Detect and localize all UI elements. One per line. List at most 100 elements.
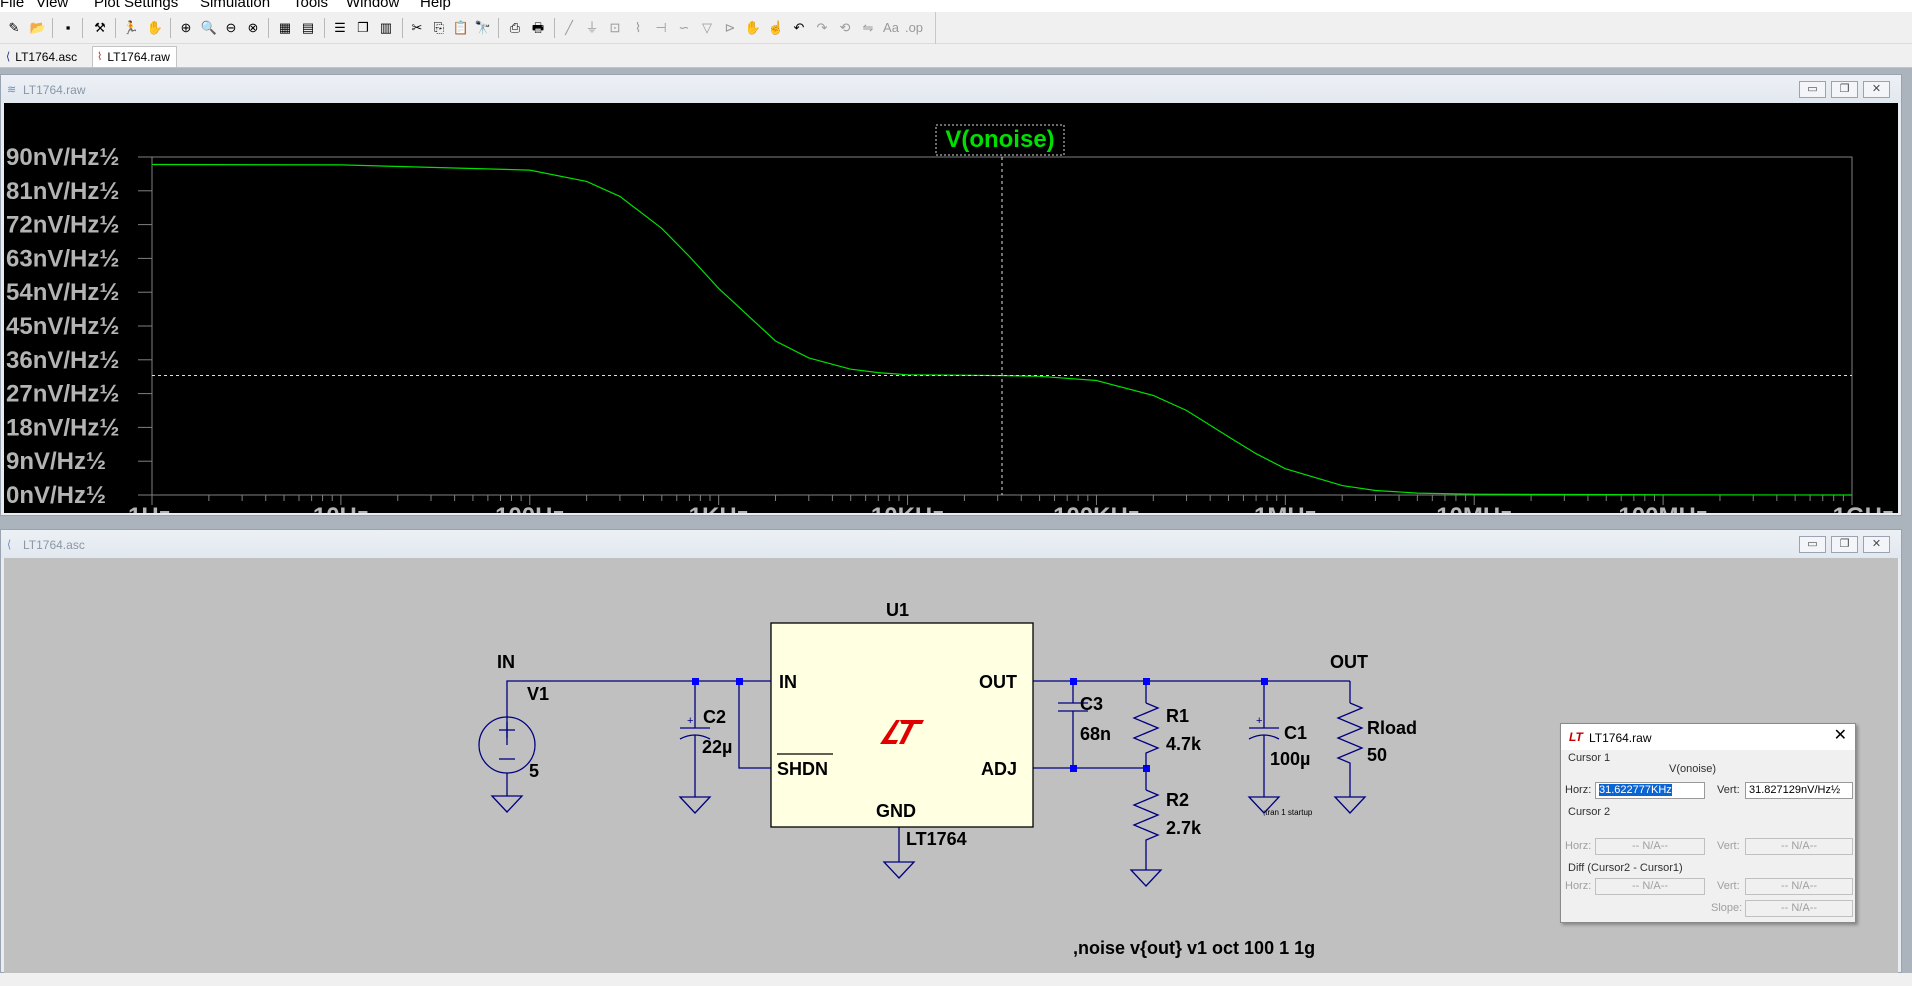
tab-waveform-label: LT1764.raw <box>107 50 170 64</box>
control-panel-icon[interactable]: ⚒ <box>91 19 109 37</box>
menu-help[interactable]: Help <box>420 0 451 11</box>
paste-icon[interactable]: 📋 <box>452 19 470 37</box>
horz1-field[interactable]: 31.622777KHz <box>1595 782 1705 799</box>
x-tick-label: 1KHz <box>689 503 749 513</box>
move-icon[interactable]: ✋ <box>744 19 762 37</box>
pin-out-label: OUT <box>979 672 1017 692</box>
noise-directive[interactable]: ,noise v{out} v1 oct 100 1 1g <box>1073 938 1315 958</box>
autorange-icon[interactable]: ▦ <box>276 19 294 37</box>
menu-bar: File View Plot Settings Simulation Tools… <box>0 0 1912 12</box>
c1-label: C1 <box>1284 723 1307 743</box>
zoom-area-icon[interactable]: 🔍 <box>200 19 218 37</box>
cursor-dialog: LT LT1764.raw ✕ Cursor 1 V(onoise) Horz:… <box>1560 723 1856 923</box>
inductor-icon[interactable]: ∽ <box>675 19 693 37</box>
horz2-label: Horz: <box>1565 840 1592 852</box>
svg-text:+: + <box>1256 715 1262 727</box>
lt1764-ic[interactable] <box>770 622 1034 828</box>
new-schematic-icon[interactable]: ✎ <box>5 19 23 37</box>
schematic-window-titlebar[interactable]: ⟨ LT1764.asc ▭ ❐ ✕ <box>1 530 1901 558</box>
minimize-button[interactable]: ▭ <box>1799 81 1826 98</box>
toolbar: ✎ 📂 ▪ ⚒ 🏃 ✋ ⊕ 🔍 ⊖ ⊗ ▦ ▤ ☰ ❐ ▥ ✂ ⎘ 📋 🔭 ⎙ … <box>0 12 1912 44</box>
open-folder-icon[interactable]: 📂 <box>29 19 47 37</box>
run-icon[interactable]: 🏃 <box>122 19 140 37</box>
find-icon[interactable]: 🔭 <box>474 19 492 37</box>
plot-settings-icon[interactable]: ▤ <box>299 19 317 37</box>
cursor-dialog-titlebar[interactable]: LT LT1764.raw ✕ <box>1561 724 1855 750</box>
x-tick-label: 1Hz <box>128 503 171 513</box>
tile-vertical-icon[interactable]: ▥ <box>377 19 395 37</box>
zoom-out-icon[interactable]: ⊖ <box>222 19 240 37</box>
tab-schematic[interactable]: ⟨ LT1764.asc <box>2 46 83 67</box>
vert-diff-field[interactable]: -- N/A-- <box>1745 878 1853 895</box>
cut-icon[interactable]: ✂ <box>408 19 426 37</box>
zoom-in-icon[interactable]: ⊕ <box>177 19 195 37</box>
redo-icon[interactable]: ↷ <box>813 19 831 37</box>
maximize-button[interactable]: ❐ <box>1831 81 1858 98</box>
maximize-button[interactable]: ❐ <box>1831 536 1858 553</box>
ground-icon[interactable]: ⏚ <box>583 19 601 37</box>
mirror-icon[interactable]: ⇋ <box>859 19 877 37</box>
zoom-fit-icon[interactable]: ⊗ <box>244 19 262 37</box>
vert1-field[interactable]: 31.827129nV/Hz½ <box>1745 782 1853 799</box>
document-tabs: ⟨ LT1764.asc ⌇ LT1764.raw <box>0 44 1912 68</box>
label-net-icon[interactable]: ⊡ <box>606 19 624 37</box>
r1-resistor[interactable] <box>1132 702 1160 768</box>
resistor-icon[interactable]: ⌇ <box>629 19 647 37</box>
tran-directive[interactable]: ;tran 1 startup <box>1263 808 1313 817</box>
horz-diff-field[interactable]: -- N/A-- <box>1595 878 1705 895</box>
horz-diff-label: Horz: <box>1565 880 1592 892</box>
menu-simulation[interactable]: Simulation <box>200 0 270 11</box>
ic-part-label: LT1764 <box>906 829 967 849</box>
horz2-field[interactable]: -- N/A-- <box>1595 838 1705 855</box>
tab-waveform[interactable]: ⌇ LT1764.raw <box>92 46 177 67</box>
schematic-icon: ⟨ <box>7 539 12 551</box>
r1-value: 4.7k <box>1166 734 1202 754</box>
ground-icon <box>679 782 711 814</box>
menu-tools[interactable]: Tools <box>293 0 328 11</box>
close-button[interactable]: ✕ <box>1863 536 1890 553</box>
spice-directive-icon[interactable]: .op <box>905 19 923 37</box>
menu-window[interactable]: Window <box>346 0 399 11</box>
vert2-field[interactable]: -- N/A-- <box>1745 838 1853 855</box>
wire-icon[interactable]: ╱ <box>560 19 578 37</box>
undo-icon[interactable]: ↶ <box>790 19 808 37</box>
waveform-icon: ⌇ <box>97 51 103 63</box>
y-tick-label: 45nV/Hz½ <box>6 313 119 340</box>
pin-in-label: IN <box>779 672 797 692</box>
slope-field[interactable]: -- N/A-- <box>1745 900 1853 917</box>
rotate-icon[interactable]: ⟲ <box>836 19 854 37</box>
print-icon[interactable]: 🖶 <box>529 19 547 37</box>
rload-resistor[interactable] <box>1336 702 1364 783</box>
v1-voltage-source[interactable] <box>478 716 536 782</box>
net-in-label: IN <box>497 652 515 672</box>
cursor1-group-label: Cursor 1 <box>1568 752 1611 764</box>
close-button[interactable]: ✕ <box>1863 81 1890 98</box>
toolbar-separator <box>268 18 269 38</box>
capacitor-icon[interactable]: ⊣ <box>652 19 670 37</box>
x-tick-label: 10KHz <box>871 503 944 513</box>
waveform-window-titlebar[interactable]: ≋ LT1764.raw ▭ ❐ ✕ <box>1 75 1901 103</box>
copy-icon[interactable]: ⎘ <box>430 19 448 37</box>
minimize-button[interactable]: ▭ <box>1799 536 1826 553</box>
menu-view[interactable]: View <box>36 0 68 11</box>
status-bar <box>0 973 1912 986</box>
noise-chart[interactable]: 0nV/Hz½ 9nV/Hz½ 18nV/Hz½ 27nV/Hz½ 36nV/Hz½ 45… <box>4 103 1898 513</box>
menu-plot-settings[interactable]: Plot Settings <box>94 0 178 11</box>
cascade-icon[interactable]: ❐ <box>354 19 372 37</box>
pan-icon[interactable]: ✋ <box>146 19 164 37</box>
toolbar-separator <box>554 18 555 38</box>
r2-resistor[interactable] <box>1132 789 1160 856</box>
close-icon[interactable]: ✕ <box>1834 727 1847 745</box>
tile-horizontal-icon[interactable]: ☰ <box>331 19 349 37</box>
menu-file[interactable]: File <box>0 0 24 11</box>
save-icon[interactable]: ▪ <box>59 19 77 37</box>
text-icon[interactable]: Aa <box>882 19 900 37</box>
print-preview-icon[interactable]: ⎙ <box>506 19 524 37</box>
drag-icon[interactable]: ☝ <box>767 19 785 37</box>
diode-icon[interactable]: ▽ <box>698 19 716 37</box>
component-icon[interactable]: ⊳ <box>721 19 739 37</box>
lt-logo-icon: LT <box>1569 730 1583 744</box>
y-tick-label: 18nV/Hz½ <box>6 414 119 441</box>
cursor-dialog-title: LT1764.raw <box>1589 731 1652 745</box>
waveform-plot[interactable]: 0nV/Hz½ 9nV/Hz½ 18nV/Hz½ 27nV/Hz½ 36nV/Hz½ 45… <box>4 103 1898 513</box>
